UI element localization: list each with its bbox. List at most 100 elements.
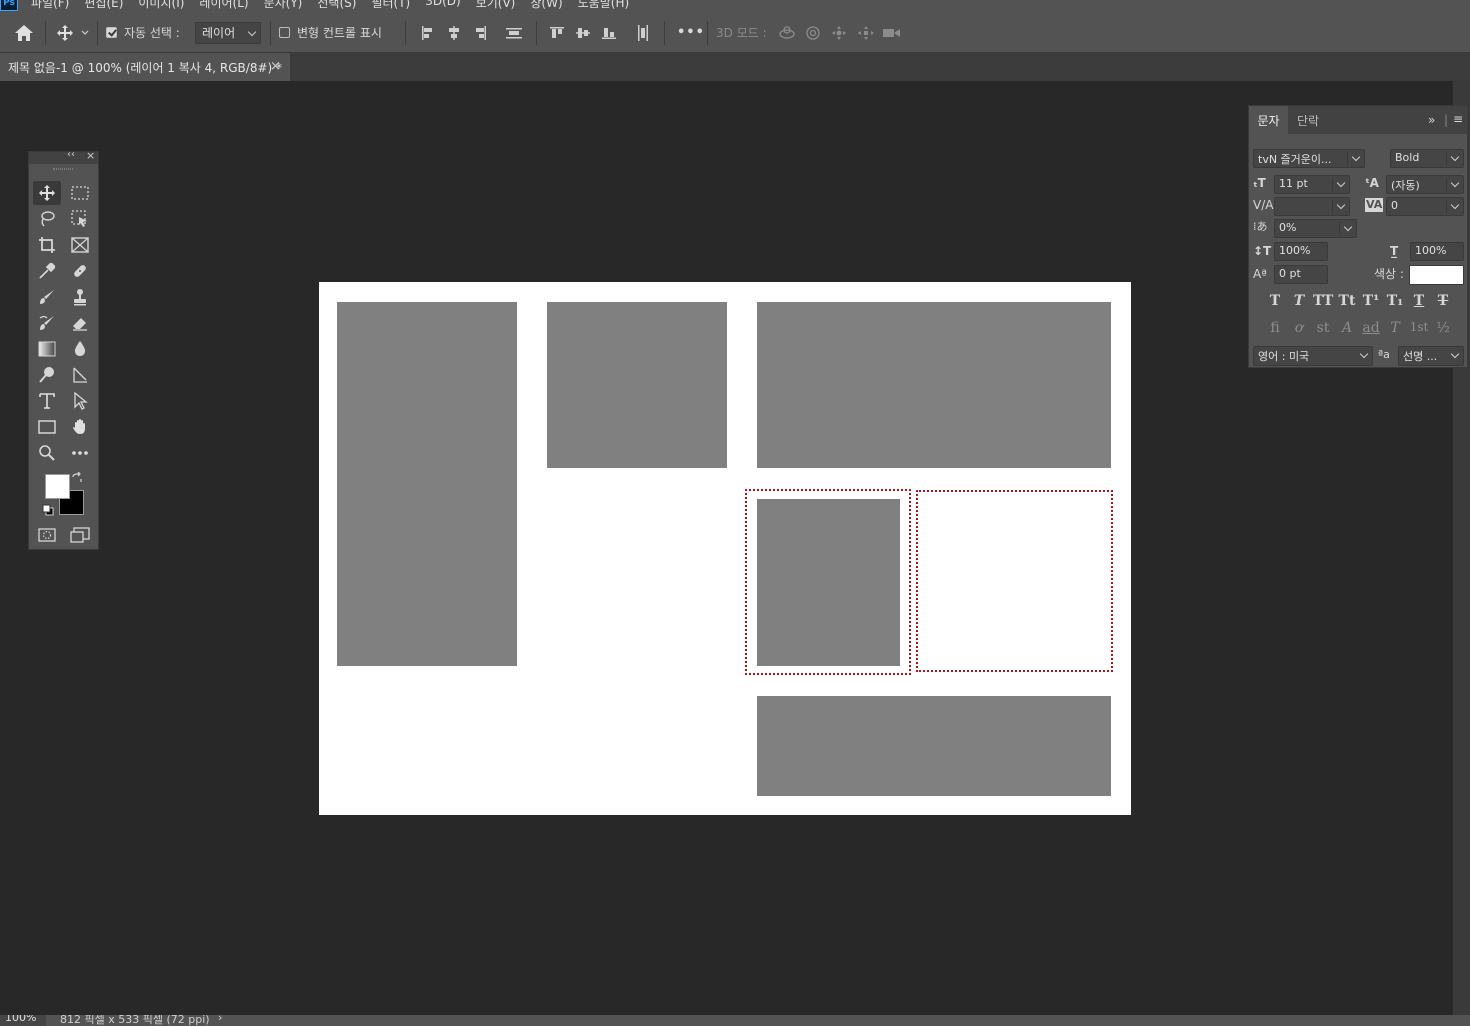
crop-tool[interactable] [33, 233, 61, 257]
align-bottom-button[interactable] [601, 12, 617, 53]
edit-toolbar-button[interactable] [66, 441, 94, 465]
distribute-vertical-button[interactable] [505, 12, 523, 53]
gray-rectangle-layer[interactable] [547, 302, 727, 468]
all-caps-button[interactable]: TT [1313, 293, 1333, 309]
frame-tool[interactable] [66, 233, 94, 257]
foreground-color-swatch[interactable] [45, 474, 70, 499]
tools-panel-header[interactable]: ‹‹ × [29, 149, 98, 164]
faux-bold-button[interactable]: T [1265, 293, 1285, 309]
swap-colors-button[interactable] [69, 470, 85, 486]
contextual-alternates-button[interactable]: ơ [1289, 320, 1309, 336]
strikethrough-button[interactable]: T [1433, 293, 1453, 309]
zoom-tool[interactable] [33, 441, 61, 465]
show-transform-checkbox[interactable] [279, 12, 290, 53]
superscript-button[interactable]: T¹ [1361, 293, 1381, 309]
font-size-field[interactable]: 11 pt [1274, 175, 1350, 194]
more-options-button[interactable]: ••• [677, 12, 705, 53]
menu-3d[interactable]: 3D(D) [425, 0, 460, 11]
collapse-panel-icon[interactable]: ‹‹ [67, 149, 75, 160]
tab-paragraph[interactable]: 단락 [1288, 106, 1328, 134]
menu-select[interactable]: 선택(S) [317, 0, 356, 11]
screen-mode-button[interactable] [66, 523, 94, 547]
3d-pan-button[interactable] [831, 12, 847, 53]
healing-brush-tool[interactable] [66, 259, 94, 283]
vertical-scale-field[interactable]: 100% [1274, 242, 1328, 261]
ordinals-button[interactable]: 1st [1409, 320, 1429, 334]
horizontal-scale-field[interactable]: 100% [1410, 242, 1464, 261]
font-style-dropdown[interactable]: Bold [1390, 149, 1464, 168]
menu-view[interactable]: 보기(V) [476, 0, 516, 11]
menu-filter[interactable]: 필터(T) [371, 0, 410, 11]
gray-rectangle-layer[interactable] [337, 302, 517, 666]
path-selection-tool[interactable] [66, 363, 94, 387]
auto-select-checkbox[interactable] [106, 12, 117, 53]
history-brush-tool[interactable] [33, 311, 61, 335]
kerning-field[interactable] [1274, 197, 1350, 216]
default-colors-button[interactable] [41, 503, 55, 517]
tracking-field[interactable]: 0 [1386, 197, 1464, 216]
status-menu-arrow-icon[interactable]: › [218, 1015, 222, 1024]
antialias-dropdown[interactable]: 선명 ... [1398, 346, 1464, 366]
ligatures-button[interactable]: fi [1265, 320, 1285, 336]
close-tab-icon[interactable]: × [270, 59, 281, 74]
swash-button[interactable]: A [1337, 320, 1357, 336]
eyedropper-tool[interactable] [33, 259, 61, 283]
eraser-tool[interactable] [66, 311, 94, 335]
panel-menu-icon[interactable]: ≡ [1453, 112, 1463, 126]
baseline-shift-field[interactable]: 0 pt [1274, 265, 1328, 284]
3d-orbit-button[interactable] [778, 12, 796, 53]
discretionary-ligatures-button[interactable]: st [1313, 320, 1333, 336]
align-top-button[interactable] [549, 12, 565, 53]
language-dropdown[interactable]: 영어 : 미국 [1253, 346, 1373, 366]
tsume-field[interactable]: 0% [1274, 219, 1357, 238]
home-button[interactable] [14, 12, 34, 53]
fractions-button[interactable]: ½ [1433, 320, 1453, 336]
leading-field[interactable]: (자동) [1386, 175, 1464, 194]
move-tool-preset-button[interactable] [56, 12, 90, 53]
subscript-button[interactable]: T₁ [1385, 293, 1405, 309]
close-panel-icon[interactable]: × [86, 149, 95, 162]
menu-window[interactable]: 창(W) [530, 0, 562, 11]
panel-grip[interactable] [53, 168, 73, 170]
align-vertical-center-button[interactable] [575, 12, 591, 53]
small-caps-button[interactable]: Tt [1337, 293, 1357, 309]
hand-tool[interactable] [66, 415, 94, 439]
3d-scale-button[interactable] [882, 12, 902, 53]
font-family-dropdown[interactable]: tvN 즐거운이... [1253, 149, 1365, 168]
align-left-button[interactable] [420, 12, 436, 53]
titling-alternates-button[interactable]: T [1385, 320, 1405, 336]
direct-selection-tool[interactable] [66, 389, 94, 413]
clone-stamp-tool[interactable] [66, 285, 94, 309]
faux-italic-button[interactable]: T [1289, 293, 1309, 309]
stylistic-alternates-button[interactable]: ad [1361, 320, 1381, 336]
menu-help[interactable]: 도움말(H) [578, 0, 630, 11]
gradient-tool[interactable] [33, 337, 61, 361]
align-horizontal-center-button[interactable] [446, 12, 462, 53]
type-tool[interactable] [33, 389, 61, 413]
rectangular-marquee-tool[interactable] [66, 181, 94, 205]
text-color-swatch[interactable] [1409, 265, 1464, 285]
brush-tool[interactable] [33, 285, 61, 309]
document-canvas[interactable] [319, 282, 1131, 815]
collapse-panel-icon[interactable]: » [1428, 113, 1435, 127]
rectangle-tool[interactable] [33, 415, 61, 439]
menu-layer[interactable]: 레이어(L) [199, 0, 248, 11]
dodge-tool[interactable] [33, 363, 61, 387]
menu-edit[interactable]: 편집(E) [84, 0, 123, 11]
document-tab[interactable]: 제목 없음-1 @ 100% (레이어 1 복사 4, RGB/8#) * × [0, 53, 290, 81]
3d-roll-button[interactable] [805, 12, 821, 53]
lasso-tool[interactable] [33, 207, 61, 231]
quick-mask-button[interactable] [33, 523, 61, 547]
align-right-button[interactable] [472, 12, 488, 53]
move-tool[interactable] [33, 181, 61, 205]
tab-character[interactable]: 문자 [1249, 106, 1288, 134]
object-selection-tool[interactable] [66, 207, 94, 231]
blur-tool[interactable] [66, 337, 94, 361]
gray-rectangle-layer[interactable] [757, 302, 1111, 468]
gray-rectangle-layer[interactable] [757, 696, 1111, 796]
menu-file[interactable]: 파일(F) [31, 0, 69, 11]
zoom-level-field[interactable]: 100% [0, 1015, 46, 1026]
menu-image[interactable]: 이미지(I) [138, 0, 184, 11]
menu-type[interactable]: 문자(Y) [264, 0, 303, 11]
distribute-horizontal-button[interactable] [635, 12, 651, 53]
